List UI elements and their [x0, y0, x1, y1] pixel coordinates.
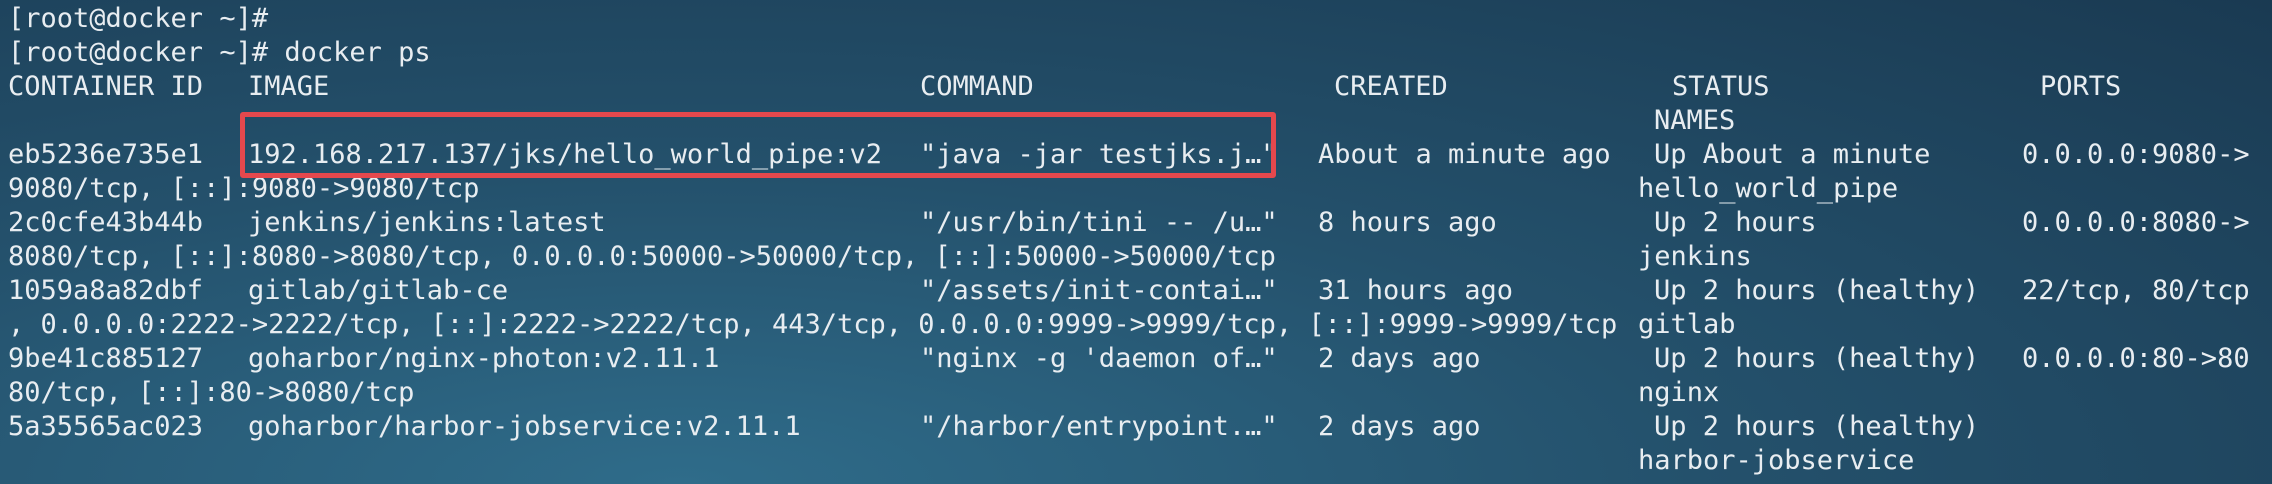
container-created: 31 hours ago	[1318, 275, 1514, 306]
command-text: [root@docker ~]# docker ps	[8, 37, 431, 68]
header-names: NAMES	[1654, 105, 1736, 136]
header-row: CONTAINER ID IMAGE COMMAND CREATED STATU…	[8, 70, 2268, 104]
container-ports-continued: , 0.0.0.0:2222->2222/tcp, [::]:2222->222…	[8, 309, 1618, 340]
container-id: 5a35565ac023	[8, 411, 204, 442]
container-image: gitlab/gitlab-ce	[248, 275, 509, 306]
container-created: 2 days ago	[1318, 411, 1481, 442]
container-row-wrap: , 0.0.0.0:2222->2222/tcp, [::]:2222->222…	[8, 308, 2268, 342]
container-image: goharbor/nginx-photon:v2.11.1	[248, 343, 720, 374]
container-row-wrap: 80/tcp, [::]:80->8080/tcp nginx	[8, 376, 2268, 410]
container-image: jenkins/jenkins:latest	[248, 207, 606, 238]
container-status: Up 2 hours	[1654, 207, 1817, 238]
container-id: eb5236e735e1	[8, 139, 204, 170]
container-command: "/assets/init-contai…"	[920, 275, 1278, 306]
container-ports-continued: 8080/tcp, [::]:8080->8080/tcp, 0.0.0.0:5…	[8, 241, 1276, 272]
container-status: Up 2 hours (healthy)	[1654, 411, 1980, 442]
container-command: "/harbor/entrypoint.…"	[920, 411, 1278, 442]
container-name: hello_world_pipe	[1638, 173, 1899, 204]
prompt-line-1: [root@docker ~]#	[8, 2, 2268, 36]
container-name: jenkins	[1638, 241, 1752, 272]
container-status: Up 2 hours (healthy)	[1654, 343, 1980, 374]
container-row: 1059a8a82dbf gitlab/gitlab-ce "/assets/i…	[8, 274, 2268, 308]
container-command: "/usr/bin/tini -- /u…"	[920, 207, 1278, 238]
container-row: 5a35565ac023 goharbor/harbor-jobservice:…	[8, 410, 2268, 444]
container-ports: 0.0.0.0:9080->	[2022, 139, 2250, 170]
container-created: 8 hours ago	[1318, 207, 1497, 238]
container-status: Up About a minute	[1654, 139, 1931, 170]
container-name: nginx	[1638, 377, 1720, 408]
container-ports: 22/tcp, 80/tcp	[2022, 275, 2250, 306]
container-ports: 0.0.0.0:8080->	[2022, 207, 2250, 238]
container-row-wrap: 8080/tcp, [::]:8080->8080/tcp, 0.0.0.0:5…	[8, 240, 2268, 274]
container-ports-continued: 80/tcp, [::]:80->8080/tcp	[8, 377, 415, 408]
container-id: 1059a8a82dbf	[8, 275, 204, 306]
header-command: COMMAND	[920, 71, 1034, 102]
terminal-window[interactable]: [root@docker ~]# [root@docker ~]# docker…	[0, 0, 2272, 484]
container-name: gitlab	[1638, 309, 1736, 340]
container-name: harbor-jobservice	[1638, 445, 1915, 476]
header-created: CREATED	[1334, 71, 1448, 102]
container-image: goharbor/harbor-jobservice:v2.11.1	[248, 411, 801, 442]
container-status: Up 2 hours (healthy)	[1654, 275, 1980, 306]
container-id: 9be41c885127	[8, 343, 204, 374]
header-status: STATUS	[1672, 71, 1770, 102]
container-ports: 0.0.0.0:80->80	[2022, 343, 2250, 374]
header-container-id: CONTAINER ID	[8, 71, 204, 102]
container-row-wrap: harbor-jobservice	[8, 444, 2268, 478]
container-row: 9be41c885127 goharbor/nginx-photon:v2.11…	[8, 342, 2268, 376]
header-image: IMAGE	[248, 71, 330, 102]
container-row: 2c0cfe43b44b jenkins/jenkins:latest "/us…	[8, 206, 2268, 240]
prompt-text: [root@docker ~]#	[8, 3, 269, 34]
container-command: "nginx -g 'daemon of…"	[920, 343, 1278, 374]
container-id: 2c0cfe43b44b	[8, 207, 204, 238]
header-ports: PORTS	[2040, 71, 2122, 102]
highlight-annotation-box	[240, 112, 1276, 178]
container-created: About a minute ago	[1318, 139, 1611, 170]
prompt-line-2: [root@docker ~]# docker ps	[8, 36, 2268, 70]
container-created: 2 days ago	[1318, 343, 1481, 374]
